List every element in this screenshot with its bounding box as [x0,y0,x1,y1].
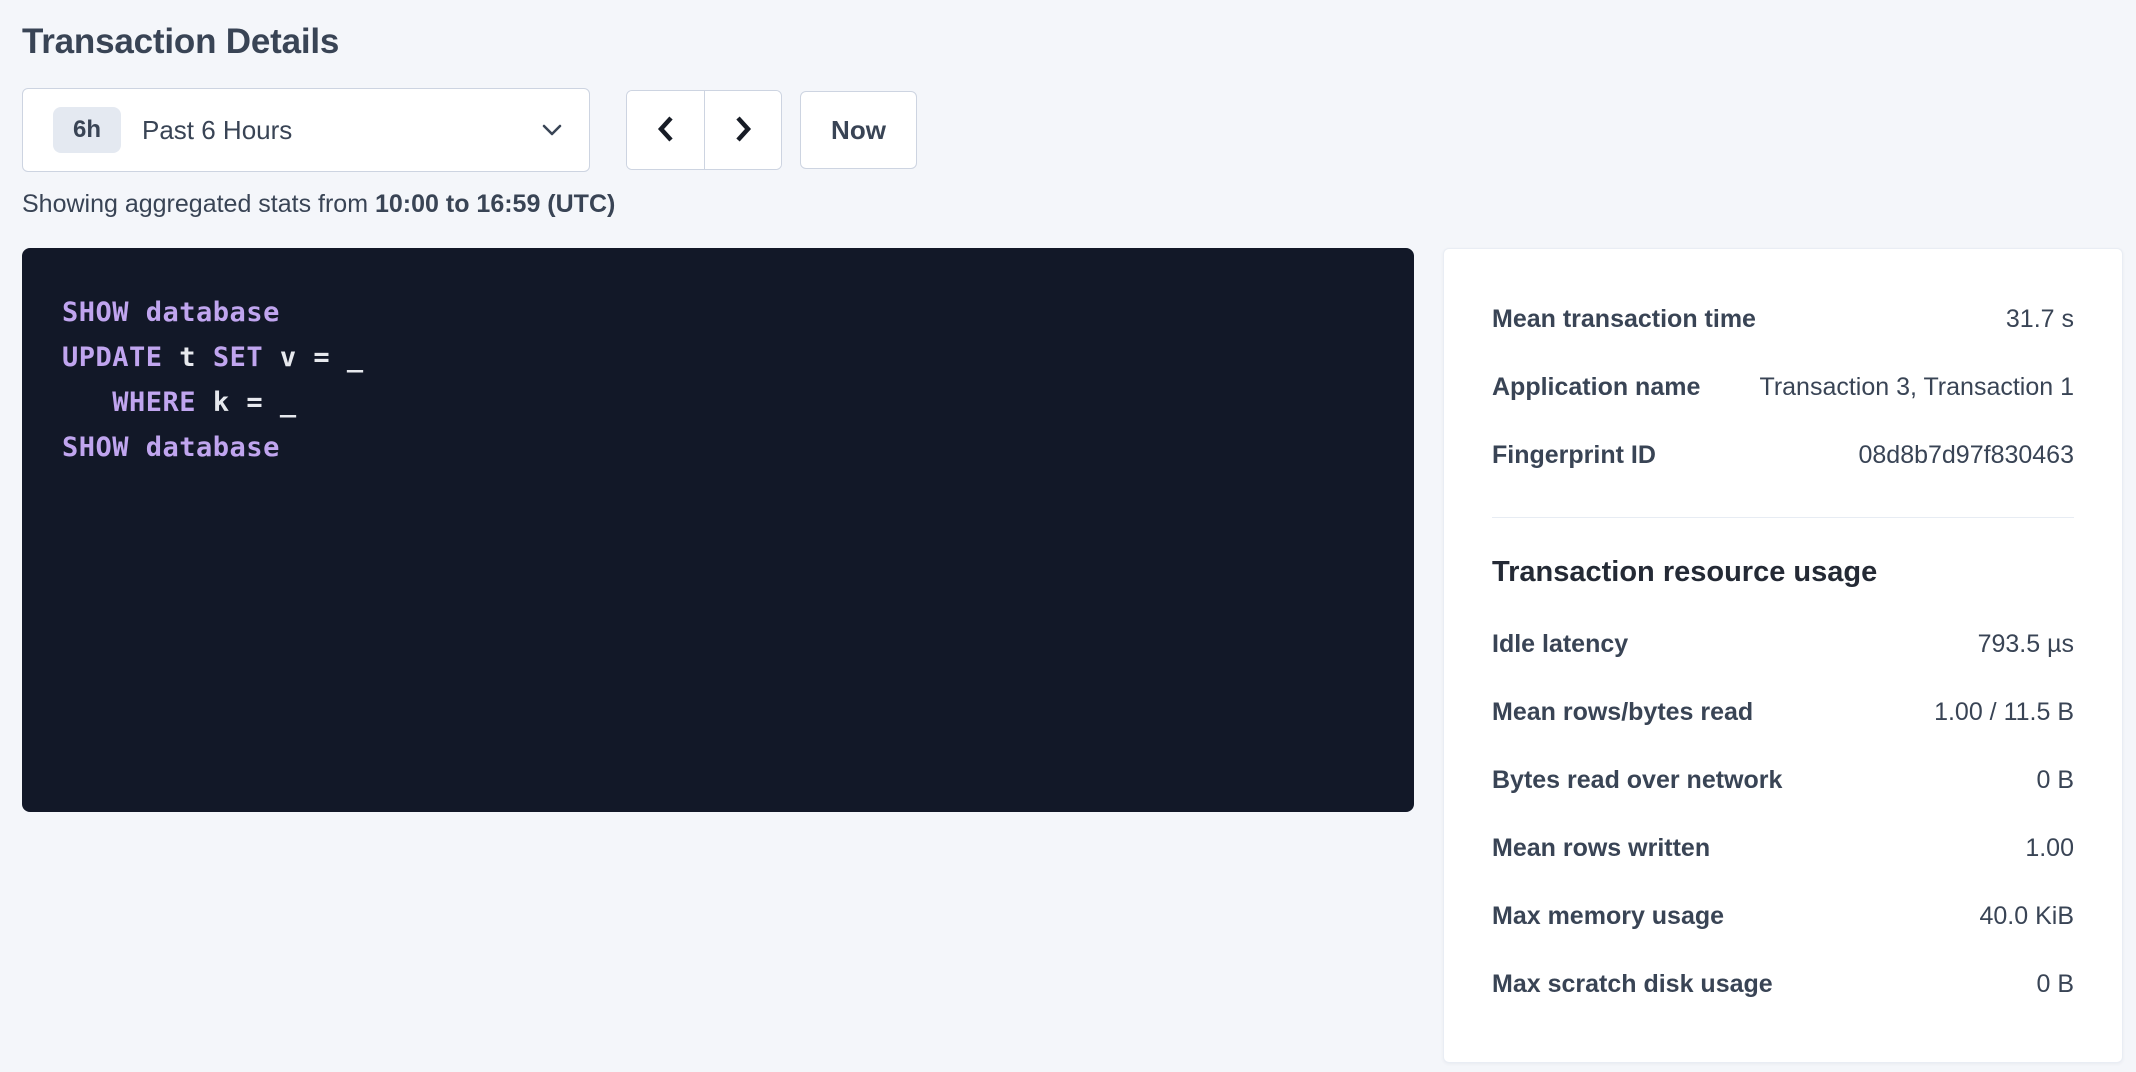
time-range-badge: 6h [53,107,121,153]
transaction-stats-card: Mean transaction time 31.7 s Application n… [1443,248,2123,1063]
stat-row: Max memory usage 40.0 KiB [1492,882,2074,950]
stat-label: Max memory usage [1492,902,1724,931]
stat-value: 793.5 µs [1978,630,2074,659]
sql-text: k = _ [196,387,297,418]
sql-line: SHOW database [62,425,1374,470]
stat-row: Mean rows/bytes read 1.00 / 11.5 B [1492,678,2074,746]
sql-keyword: SET [213,342,263,373]
sql-keyword: SHOW database [62,432,280,463]
stat-row: Max scratch disk usage 0 B [1492,950,2074,1018]
chevron-right-icon [731,113,755,148]
resource-rows: Idle latency 793.5 µs Mean rows/bytes read… [1492,610,2074,1018]
now-button[interactable]: Now [800,91,917,169]
stat-value: 40.0 KiB [1979,902,2074,931]
card-divider [1492,517,2074,518]
chevron-down-icon [542,124,562,136]
aggregation-caption: Showing aggregated stats from 10:00 to 1… [22,188,2123,220]
sql-line: UPDATE t SET v = _ [62,335,1374,380]
sql-line: SHOW database [62,290,1374,335]
stat-label: Max scratch disk usage [1492,970,1773,999]
chevron-left-icon [654,113,678,148]
stat-value: 0 B [2036,970,2074,999]
sql-line: WHERE k = _ [62,380,1374,425]
stat-label: Mean rows/bytes read [1492,698,1753,727]
sql-statements: SHOW database UPDATE t SET v = _ WHERE k … [62,290,1374,470]
time-range-dropdown[interactable]: 6h Past 6 Hours [22,88,590,172]
stat-label: Application name [1492,373,1700,402]
stat-row: Bytes read over network 0 B [1492,746,2074,814]
main-content: SHOW database UPDATE t SET v = _ WHERE k … [22,248,2123,1063]
stat-value: 1.00 [2025,834,2074,863]
stat-value: 1.00 / 11.5 B [1934,698,2074,727]
next-interval-button[interactable] [704,91,781,169]
time-picker-controls: 6h Past 6 Hours Now [22,88,2123,172]
sql-keyword: WHERE [112,387,196,418]
stat-label: Idle latency [1492,630,1628,659]
caption-prefix: Showing aggregated stats from [22,190,375,218]
transaction-details-page: Transaction Details 6h Past 6 Hours Now … [0,0,2136,1072]
stat-row: Idle latency 793.5 µs [1492,610,2074,678]
stat-row: Application name Transaction 3, Transacti… [1492,353,2074,421]
stat-row: Mean rows written 1.00 [1492,814,2074,882]
stat-label: Mean transaction time [1492,305,1756,334]
stat-row: Fingerprint ID 08d8b7d97f830463 [1492,421,2074,489]
previous-interval-button[interactable] [627,91,704,169]
caption-range: 10:00 to 16:59 (UTC) [375,190,615,218]
resource-usage-heading: Transaction resource usage [1492,554,2074,590]
stat-value: 31.7 s [2006,305,2074,334]
stat-row: Mean transaction time 31.7 s [1492,285,2074,353]
summary-rows: Mean transaction time 31.7 s Application n… [1492,285,2074,489]
transaction-sql-box: SHOW database UPDATE t SET v = _ WHERE k … [22,248,1414,812]
sql-text: v = _ [263,342,364,373]
time-pager [626,90,782,170]
stat-value: 08d8b7d97f830463 [1858,441,2074,470]
sql-text [62,387,112,418]
page-title: Transaction Details [22,22,2123,62]
stat-value: Transaction 3, Transaction 1 [1759,373,2074,402]
stat-label: Fingerprint ID [1492,441,1656,470]
stat-value: 0 B [2036,766,2074,795]
stat-label: Mean rows written [1492,834,1710,863]
sql-keyword: UPDATE [62,342,163,373]
stat-label: Bytes read over network [1492,766,1782,795]
sql-text: t [163,342,213,373]
time-range-label: Past 6 Hours [142,115,292,146]
sql-keyword: SHOW database [62,297,280,328]
